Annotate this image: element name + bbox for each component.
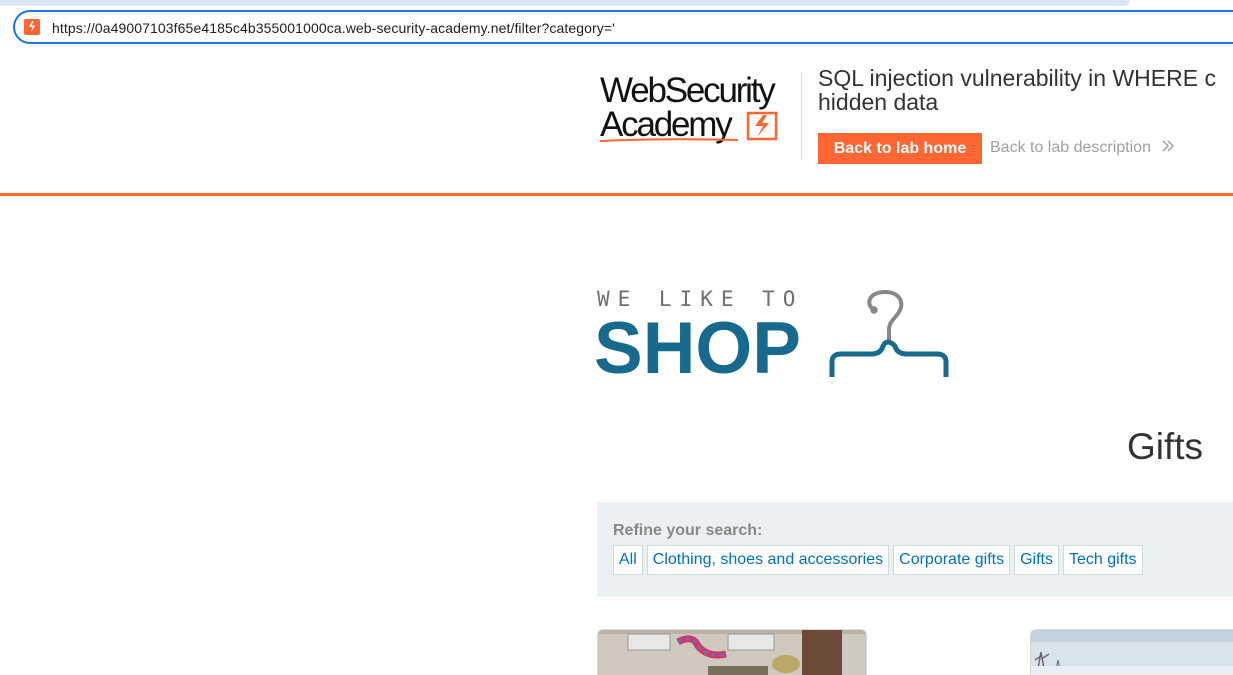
header-divider xyxy=(801,72,802,160)
filter-tech-gifts[interactable]: Tech gifts xyxy=(1062,545,1143,575)
url-text[interactable]: https://0a49007103f65e4185c4b355001000ca… xyxy=(52,20,615,36)
web-security-academy-logo[interactable]: WebSecurity Academy xyxy=(598,68,798,148)
product-image-1-graphic xyxy=(598,630,866,675)
product-image-1[interactable] xyxy=(597,629,867,675)
product-image-2-graphic xyxy=(1031,630,1233,675)
portswigger-favicon-icon xyxy=(24,19,40,35)
back-to-lab-home-button[interactable]: Back to lab home xyxy=(818,133,982,164)
filter-clothing-shoes-accessories[interactable]: Clothing, shoes and accessories xyxy=(646,545,890,575)
filter-all[interactable]: All xyxy=(613,545,643,575)
lab-title-line2: hidden data xyxy=(818,89,939,114)
filter-corporate-gifts[interactable]: Corporate gifts xyxy=(893,545,1011,575)
back-to-lab-description-label: Back to lab description xyxy=(990,139,1151,156)
filter-list: All Clothing, shoes and accessories Corp… xyxy=(613,545,1147,575)
lab-title: SQL injection vulnerability in WHERE c h… xyxy=(818,66,1233,114)
address-bar[interactable]: https://0a49007103f65e4185c4b355001000ca… xyxy=(13,10,1233,44)
lab-title-line1: SQL injection vulnerability in WHERE c xyxy=(818,66,1216,91)
tab-strip xyxy=(0,0,1130,6)
double-chevron-right-icon xyxy=(1162,140,1175,152)
filter-label: Refine your search: xyxy=(613,522,763,539)
filter-gifts[interactable]: Gifts xyxy=(1014,545,1059,575)
academy-bolt-icon xyxy=(746,111,778,141)
shop-logo-word: SHOP xyxy=(594,308,801,389)
category-heading: Gifts xyxy=(1127,426,1204,467)
logo-line-academy: Academy xyxy=(600,105,733,144)
header-orange-rule xyxy=(0,193,1233,196)
hanger-icon xyxy=(829,289,949,377)
product-image-2[interactable] xyxy=(1030,629,1233,675)
filter-panel: Refine your search: All Clothing, shoes … xyxy=(597,502,1233,597)
back-to-lab-description-link[interactable]: Back to lab description xyxy=(990,139,1175,157)
